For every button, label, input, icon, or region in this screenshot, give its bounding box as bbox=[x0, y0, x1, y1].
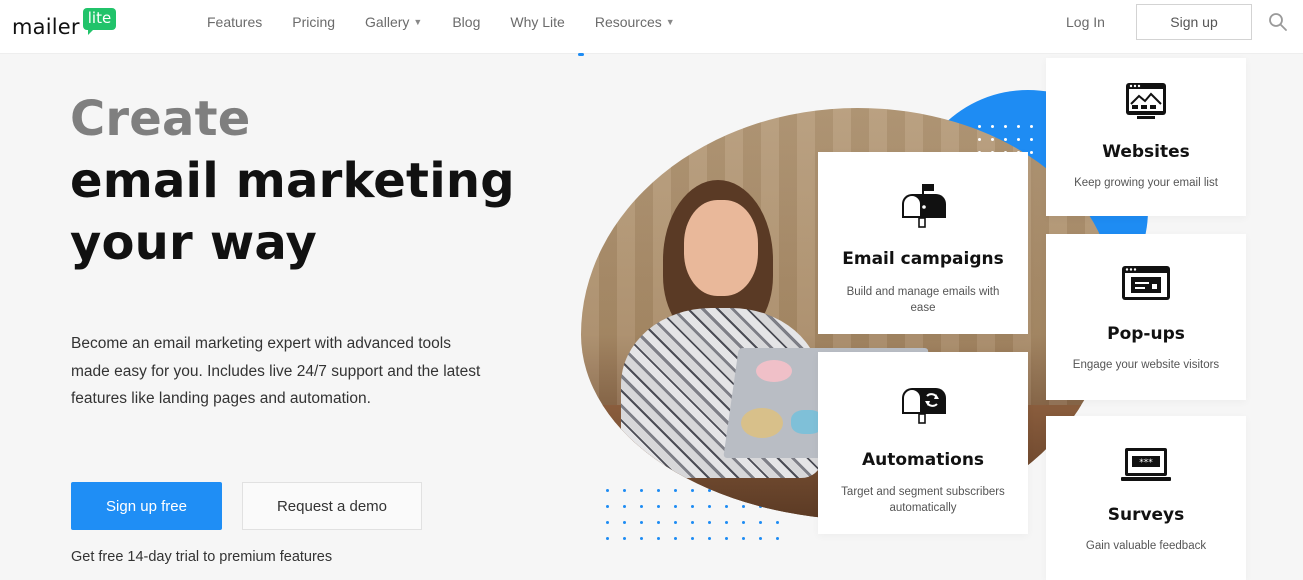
decorative-dot bbox=[640, 521, 643, 524]
hero-title-line1: Create bbox=[70, 91, 251, 147]
feature-description: Keep growing your email list bbox=[1074, 177, 1218, 189]
feature-title: Websites bbox=[1102, 142, 1190, 162]
signup-free-button[interactable]: Sign up free bbox=[71, 482, 222, 530]
survey-laptop-icon: *** bbox=[1121, 448, 1171, 481]
feature-description: Engage your website visitors bbox=[1072, 359, 1220, 371]
feature-card-websites[interactable]: Websites Keep growing your email list bbox=[1046, 58, 1246, 216]
decorative-dot bbox=[1030, 125, 1033, 128]
chevron-down-icon: ▼ bbox=[665, 17, 675, 27]
decorative-dot bbox=[657, 521, 660, 524]
signup-button[interactable]: Sign up bbox=[1136, 4, 1252, 40]
nav-pricing[interactable]: Pricing bbox=[292, 14, 335, 30]
mailerlite-logo[interactable]: mailer lite bbox=[12, 8, 117, 42]
mailbox-icon bbox=[902, 184, 946, 228]
decorative-dot bbox=[1017, 138, 1020, 141]
decorative-dot bbox=[623, 537, 626, 540]
decorative-dot bbox=[1004, 138, 1007, 141]
nav-gallery[interactable]: Gallery ▼ bbox=[365, 14, 422, 30]
decorative-dot bbox=[1030, 151, 1033, 154]
nav-blog[interactable]: Blog bbox=[452, 14, 480, 30]
feature-description: Target and segment subscribers automatic… bbox=[841, 486, 1005, 514]
decorative-dot bbox=[674, 521, 677, 524]
decorative-dot bbox=[691, 537, 694, 540]
feature-card-email-campaigns[interactable]: Email campaigns Build and manage emails … bbox=[818, 152, 1028, 334]
hero-description: Become an email marketing expert with ad… bbox=[71, 335, 481, 407]
decorative-dot bbox=[978, 125, 981, 128]
decorative-dot bbox=[991, 125, 994, 128]
nav-features-label: Features bbox=[207, 14, 263, 30]
feature-card-surveys[interactable]: *** Surveys Gain valuable feedback bbox=[1046, 416, 1246, 580]
feature-card-automations[interactable]: Automations Target and segment subscribe… bbox=[818, 352, 1028, 534]
top-navigation-bar: mailer lite Features Pricing Gallery ▼ Bl… bbox=[0, 0, 1303, 54]
logo-wordmark: mailer bbox=[12, 15, 80, 39]
nav-resources[interactable]: Resources ▼ bbox=[595, 14, 675, 30]
decorative-dot bbox=[742, 521, 745, 524]
decorative-dot bbox=[742, 537, 745, 540]
svg-text:***: *** bbox=[1139, 458, 1153, 468]
decorative-dot bbox=[776, 521, 779, 524]
decorative-dot bbox=[606, 537, 609, 540]
decorative-dot bbox=[776, 537, 779, 540]
decorative-dot-grid-white bbox=[978, 125, 1033, 154]
search-icon[interactable] bbox=[1268, 12, 1288, 32]
decorative-dot bbox=[623, 521, 626, 524]
decorative-dot bbox=[674, 537, 677, 540]
feature-title: Pop-ups bbox=[1107, 324, 1185, 344]
decorative-dot bbox=[725, 521, 728, 524]
popup-window-icon bbox=[1122, 266, 1170, 300]
hero-title-line3: your way bbox=[70, 215, 317, 271]
nav-gallery-label: Gallery bbox=[365, 14, 410, 30]
decorative-dot bbox=[691, 521, 694, 524]
decorative-dot bbox=[1004, 125, 1007, 128]
decorative-dot bbox=[725, 537, 728, 540]
main-nav: Features Pricing Gallery ▼ Blog Why Lite … bbox=[207, 14, 705, 30]
hero-title-line2: email marketing bbox=[70, 153, 515, 209]
nav-why-lite[interactable]: Why Lite bbox=[510, 14, 564, 30]
decorative-dot bbox=[978, 138, 981, 141]
decorative-dot bbox=[1030, 138, 1033, 141]
decorative-dot bbox=[640, 537, 643, 540]
login-link[interactable]: Log In bbox=[1066, 14, 1105, 30]
feature-title: Automations bbox=[861, 450, 985, 470]
feature-title: Email campaigns bbox=[842, 249, 1004, 269]
decorative-dot bbox=[759, 521, 762, 524]
decorative-dot bbox=[708, 537, 711, 540]
nav-pricing-label: Pricing bbox=[292, 14, 336, 30]
mailbox-sync-icon bbox=[902, 388, 946, 424]
decorative-dot bbox=[991, 138, 994, 141]
feature-description: Build and manage emails with ease bbox=[846, 286, 1000, 314]
feature-description: Gain valuable feedback bbox=[1085, 540, 1207, 552]
feature-title: Surveys bbox=[1107, 505, 1185, 525]
chevron-down-icon: ▼ bbox=[413, 17, 423, 27]
feature-card-pop-ups[interactable]: Pop-ups Engage your website visitors bbox=[1046, 234, 1246, 400]
request-demo-button[interactable]: Request a demo bbox=[242, 482, 422, 530]
nav-resources-label: Resources bbox=[594, 14, 662, 30]
nav-features[interactable]: Features bbox=[207, 14, 262, 30]
decorative-dot bbox=[657, 537, 660, 540]
hero-title: Create email marketing your way bbox=[70, 88, 515, 274]
decorative-dot bbox=[708, 521, 711, 524]
decorative-mark bbox=[578, 53, 584, 56]
trial-note: Get free 14-day trial to premium feature… bbox=[71, 549, 333, 565]
logo-badge: lite bbox=[82, 8, 117, 35]
decorative-dot bbox=[606, 521, 609, 524]
website-icon bbox=[1126, 83, 1166, 119]
nav-blog-label: Blog bbox=[452, 14, 481, 30]
nav-why-lite-label: Why Lite bbox=[510, 14, 565, 30]
decorative-dot bbox=[1017, 125, 1020, 128]
decorative-dot bbox=[759, 537, 762, 540]
